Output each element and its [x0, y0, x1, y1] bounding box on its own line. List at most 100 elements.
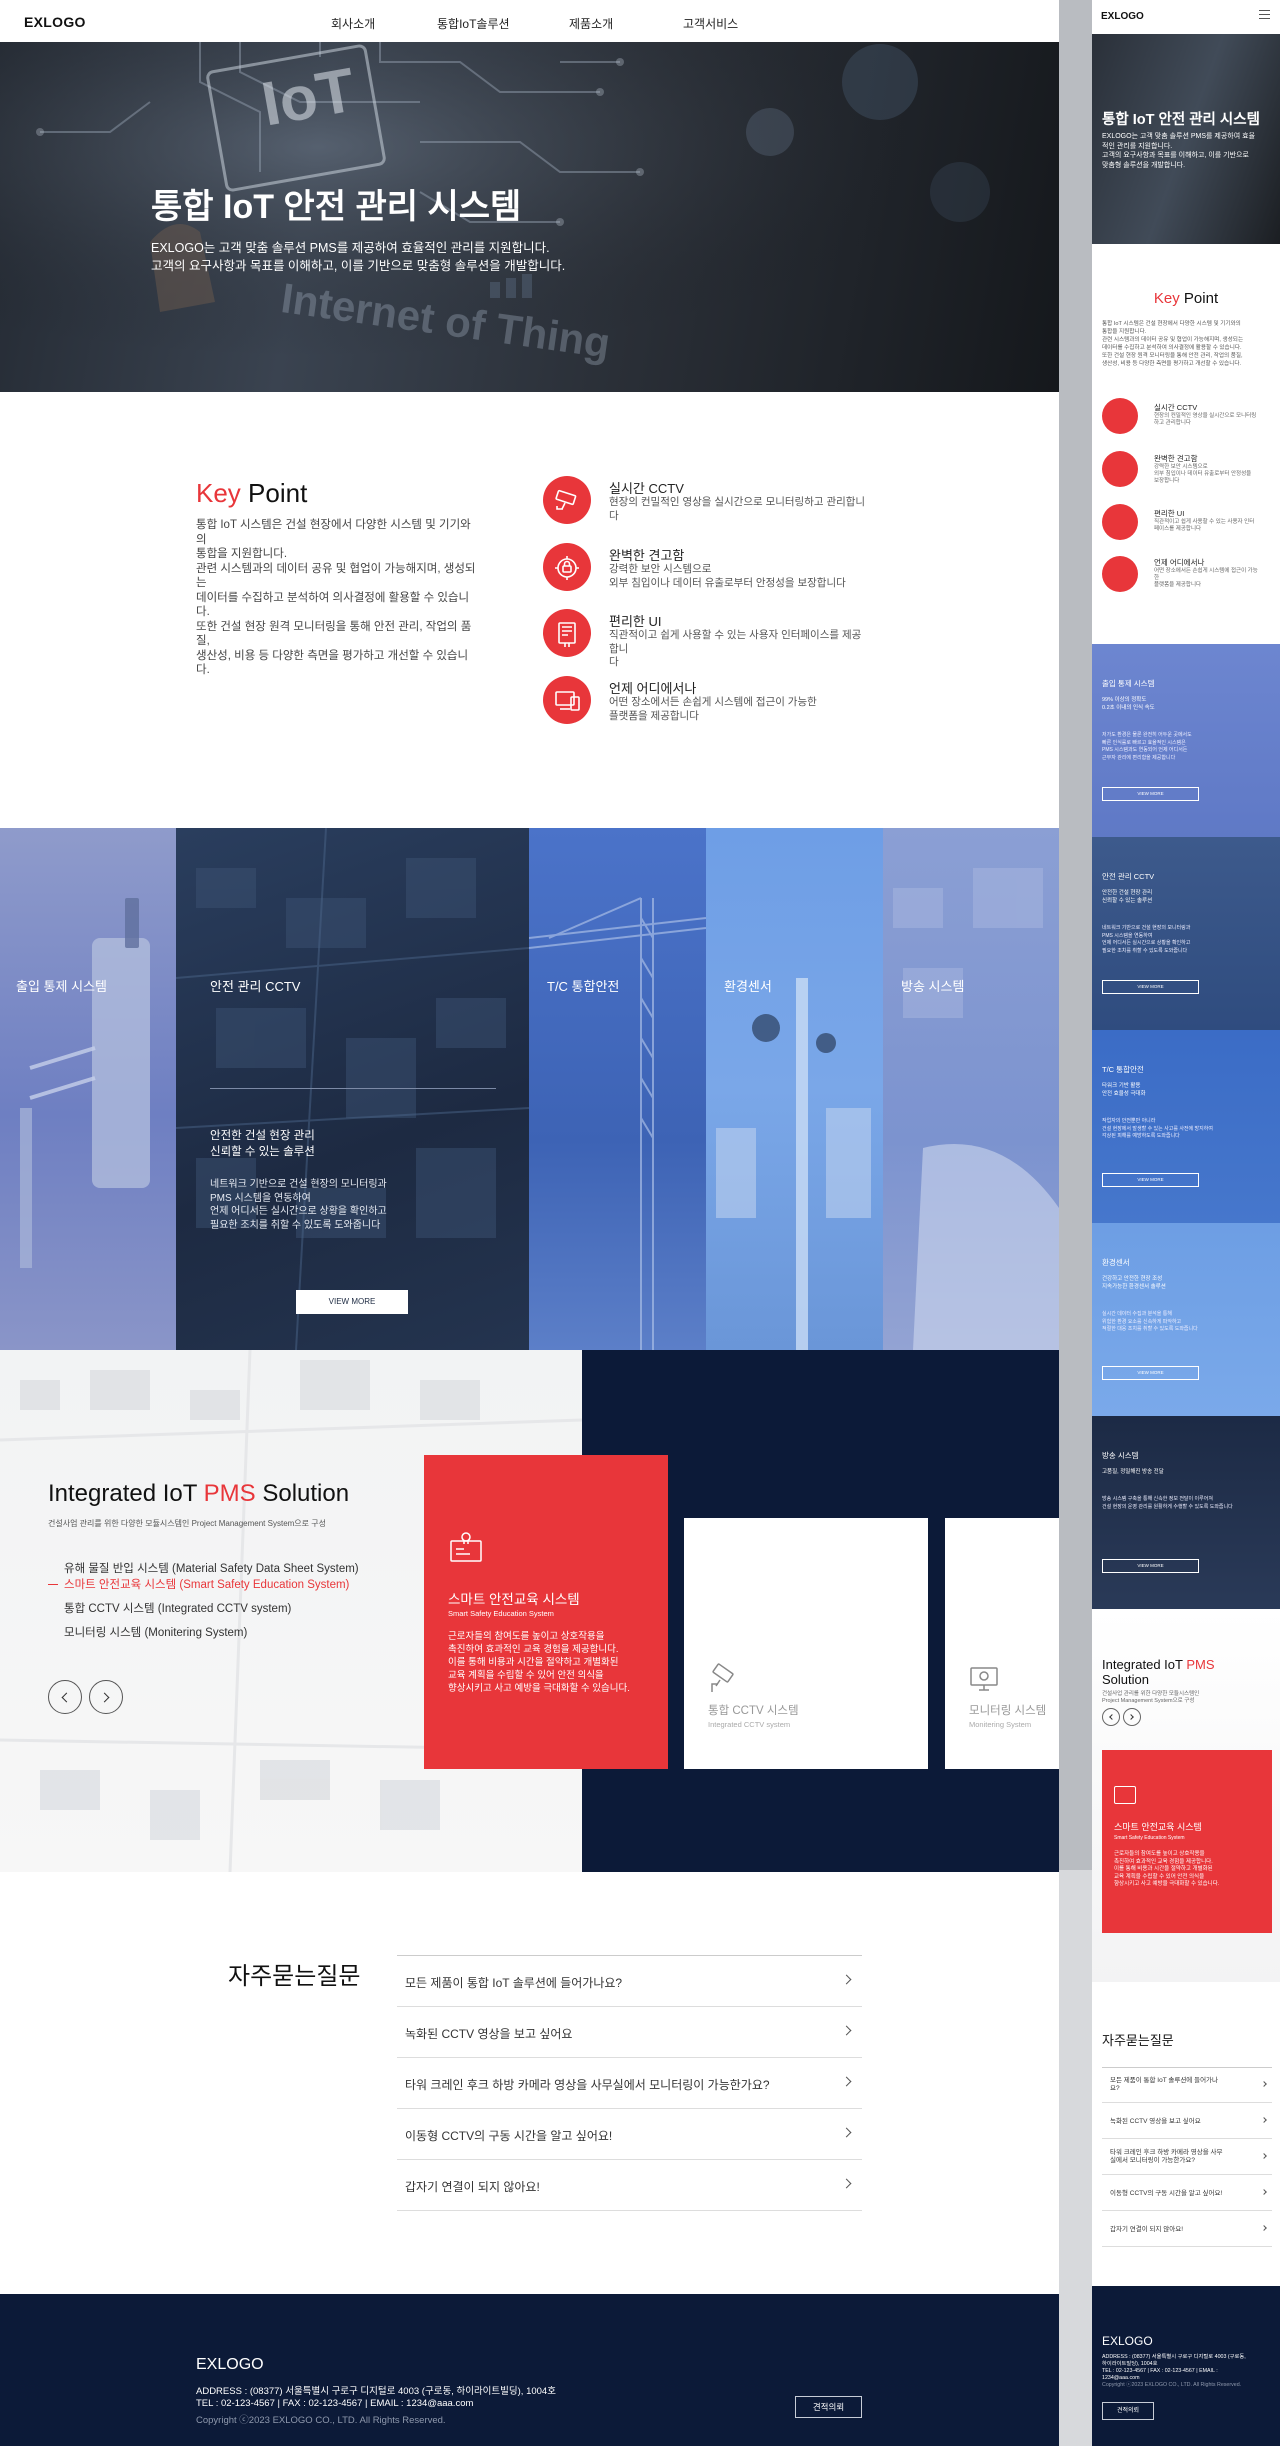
view-more-button[interactable]: VIEW MORE	[296, 1290, 408, 1314]
mobile-next-button[interactable]	[1123, 1708, 1141, 1726]
faq-item[interactable]: 녹화된 CCTV 영상을 보고 싶어요	[397, 2007, 862, 2058]
mobile-block-body-line: 빠른 인식률로 빠르고 효율적인 시스템은	[1102, 739, 1186, 746]
mobile-pms-subtitle: 건설사업 관리를 위한 다양한 모듈시스템인 Project Management…	[1102, 1691, 1199, 1705]
mobile-kp-accent: Key	[1153, 290, 1180, 307]
mobile-faq-line: 녹화된 CCTV 영상을 보고 싶어요	[1110, 2118, 1201, 2125]
mobile-block-broadcast[interactable]: 방송 시스템 고품질, 정밀해진 방송 전달 방송 시스템 구축을 통해 신속한…	[1092, 1416, 1280, 1609]
pms-card-cctv[interactable]: 통합 CCTV 시스템 Integrated CCTV system	[684, 1518, 928, 1769]
nav-item-products[interactable]: 제품소개	[569, 15, 613, 32]
panel-environment-sensor[interactable]: 환경센서	[706, 828, 883, 1350]
view-more-button[interactable]: VIEW MORE	[1102, 1559, 1199, 1573]
mobile-block-head-line: 안전 효율성 극대화	[1102, 1091, 1146, 1097]
mobile-feature-desc: 현장의 컨밀적인 영상을 실시간으로 모니터링 하고 관리합니다	[1154, 413, 1256, 427]
nav-item-iot-solution[interactable]: 통합IoT솔루션	[437, 15, 510, 32]
mobile-faq-item[interactable]: 갑자기 연결이 되지 않아요!	[1102, 2212, 1272, 2247]
speaker-image	[893, 868, 1059, 1350]
pms-card-monitoring[interactable]: 모니터링 시스템 Monitering System	[945, 1518, 1059, 1769]
view-more-button[interactable]: VIEW MORE	[1102, 1173, 1199, 1187]
mobile-faq-item[interactable]: 타워 크레인 후크 하방 카메라 영상을 사무 실에서 모니터링이 가능한가요?	[1102, 2140, 1272, 2175]
key-point-desc-line: 통합을 지원합니다.	[196, 548, 288, 560]
mobile-block-head: 건강하고 안전한 현장 조성 지속가능한 환경센서 솔루션	[1102, 1275, 1166, 1291]
mobile-faq-item[interactable]: 모든 제품이 통합 IoT 솔루션에 들어가나 요?	[1102, 2068, 1272, 2103]
mobile-block-body-line: 건설 현장의 운영 관리를 원활하게 수행할 수 있도록 도와줍니다	[1102, 1503, 1233, 1510]
mobile-block-title: 출입 통제 시스템	[1102, 679, 1155, 688]
logo[interactable]: EXLOGO	[24, 14, 86, 30]
mobile-faq-item[interactable]: 이동형 CCTV의 구동 시간을 알고 싶어요!	[1102, 2176, 1272, 2211]
pms-card-desc-line: 교육 계획을 수립할 수 있어 안전 의식을	[448, 1670, 604, 1681]
chevron-left-icon	[61, 1692, 72, 1703]
panel-tc-safety[interactable]: T/C 통합안전	[529, 828, 706, 1350]
mobile-card-desc-line: 근로자들의 참여도를 높이고 상호작용을	[1114, 1851, 1205, 1857]
mobile-feature-title: 편리한 UI	[1154, 509, 1185, 518]
chevron-right-icon	[841, 2127, 852, 2138]
chevron-right-icon	[841, 2178, 852, 2189]
scrollbar-thumb[interactable]	[1059, 0, 1092, 1870]
mobile-footer-logo[interactable]: EXLOGO	[1102, 2334, 1153, 2348]
mobile-block-cctv[interactable]: 안전 관리 CCTV 안전한 건설 현장 관리 신뢰할 수 있는 솔루션 네트워크…	[1092, 837, 1280, 1030]
pms-list-item[interactable]: 통합 CCTV 시스템 (Integrated CCTV system)	[64, 1600, 291, 1616]
chevron-right-icon	[1261, 2225, 1267, 2231]
footer-copyright: Copyright ⓒ2023 EXLOGO CO., LTD. All Rig…	[196, 2415, 446, 2426]
pms-solution-section: Integrated IoT PMS Solution 건설사업 관리를 위한 …	[0, 1350, 1059, 1872]
quote-request-button[interactable]: 견적의뢰	[795, 2396, 862, 2418]
feature-desc-line: 외부 침입이나 데이터 유출로부터 안정성을 보장합니다	[609, 576, 846, 589]
mobile-block-body-line: 건설 현장에서 발생할 수 있는 사고를 사전에 방지하여	[1102, 1125, 1213, 1132]
mobile-faq-question: 갑자기 연결이 되지 않아요!	[1110, 2226, 1183, 2234]
hamburger-icon[interactable]	[1259, 10, 1270, 19]
pms-card-desc: 근로자들의 참여도를 높이고 상호작용을 촉진하여 효과적인 교육 경험을 제공…	[448, 1630, 630, 1695]
nav-item-company[interactable]: 회사소개	[331, 15, 375, 32]
footer-address: ADDRESS : (08377) 서울특별시 구로구 디지털로 4003 (구…	[196, 2386, 556, 2397]
mobile-quote-request-button[interactable]: 견적의뢰	[1102, 2402, 1154, 2420]
mobile-pms-card[interactable]: 스마트 안전교육 시스템 Smart Safety Education Syst…	[1102, 1750, 1272, 1933]
panel-head-line: 신뢰할 수 있는 솔루션	[210, 1146, 315, 1158]
mobile-block-body-line: 작업자의 안전뿐만 아니라	[1102, 1118, 1156, 1124]
mobile-feature-desc-line: 외부 침입이나 데이터 유출로부터 안정성을	[1154, 471, 1252, 477]
faq-item[interactable]: 모든 제품이 통합 IoT 솔루션에 들어가나요?	[397, 1956, 862, 2007]
mobile-faq-item[interactable]: 녹화된 CCTV 영상을 보고 싶어요	[1102, 2104, 1272, 2139]
panel-cctv-expanded: 안전 관리 CCTV 안전한 건설 현장 관리 신뢰할 수 있는 솔루션 네트워…	[176, 828, 529, 1350]
mobile-block-env[interactable]: 환경센서 건강하고 안전한 현장 조성 지속가능한 환경센서 솔루션 실시간 데이…	[1092, 1223, 1280, 1416]
mobile-card-sub: Smart Safety Education System	[1114, 1835, 1185, 1841]
mobile-block-access-control[interactable]: 출입 통제 시스템 99% 이상의 정확도 0.2초 이내의 인식 속도 저가도 …	[1092, 644, 1280, 837]
faq-item[interactable]: 타워 크레인 후크 하방 카메라 영상을 사무실에서 모니터링이 가능한가요?	[397, 2058, 862, 2109]
mobile-block-body-line: 저가도 환경은 물론 완전히 어두운 곳에서도	[1102, 732, 1192, 738]
pms-list-item-active[interactable]: 스마트 안전교육 시스템 (Smart Safety Education Sys…	[48, 1576, 349, 1592]
prev-arrow-button[interactable]	[48, 1680, 82, 1714]
pms-list-item-label: 스마트 안전교육 시스템 (Smart Safety Education Sys…	[64, 1579, 350, 1591]
panel-label: 출입 통제 시스템	[16, 979, 107, 994]
faq-item[interactable]: 이동형 CCTV의 구동 시간을 알고 싶어요!	[397, 2109, 862, 2160]
mobile-block-tc[interactable]: T/C 통합안전 타워크 기반 활용 안전 효율성 극대화 작업자의 안전뿐만 아…	[1092, 1030, 1280, 1223]
view-more-button[interactable]: VIEW MORE	[1102, 1366, 1199, 1380]
faq-item[interactable]: 갑자기 연결이 되지 않아요!	[397, 2160, 862, 2211]
pms-list-item[interactable]: 유해 물질 반입 시스템 (Material Safety Data Sheet…	[64, 1560, 359, 1576]
panel-cctv-body: 네트워크 기반으로 건설 현장의 모니터링과 PMS 시스템을 연동하여 언제 …	[210, 1178, 387, 1232]
mobile-feature-desc-line: 하고 관리합니다	[1154, 420, 1191, 426]
panel-body-line: 네트워크 기반으로 건설 현장의 모니터링과	[210, 1179, 387, 1190]
mobile-card-desc-line: 이를 통해 비용과 시간을 절약하고 개별화된	[1114, 1866, 1213, 1872]
mobile-card-desc: 근로자들의 참여도를 높이고 상호작용을 촉진하여 효과적인 교육 경험을 제공합…	[1114, 1851, 1219, 1889]
panel-broadcast[interactable]: 방송 시스템	[883, 828, 1059, 1350]
mobile-hero: 통합 IoT 안전 관리 시스템 EXLOGO는 고객 맞춤 솔루션 PMS를 …	[1092, 34, 1280, 244]
pms-card-main[interactable]: 스마트 안전교육 시스템 Smart Safety Education Syst…	[424, 1455, 668, 1769]
nav-item-customer-service[interactable]: 고객서비스	[683, 15, 738, 32]
mobile-pms-sub-line: Project Management System으로 구성	[1102, 1698, 1195, 1704]
next-arrow-button[interactable]	[89, 1680, 123, 1714]
chevron-right-icon	[841, 1974, 852, 1985]
mobile-block-head-line: 지속가능한 환경센서 솔루션	[1102, 1284, 1166, 1290]
panel-access-control[interactable]: 출입 통제 시스템	[0, 828, 176, 1350]
mobile-hero-sub: EXLOGO는 고객 맞춤 솔루션 PMS를 제공하여 효율 적인 관리를 지원합…	[1102, 132, 1255, 170]
scrollbar-track[interactable]	[1059, 0, 1092, 2446]
mobile-logo[interactable]: EXLOGO	[1101, 11, 1144, 22]
mobile-prev-button[interactable]	[1102, 1708, 1120, 1726]
footer-logo[interactable]: EXLOGO	[196, 2356, 264, 2374]
mobile-feature-desc-line: 페이스를 제공합니다	[1154, 526, 1202, 532]
pms-card-desc-line: 근로자들의 참여도를 높이고 상호작용을	[448, 1631, 605, 1642]
aerial-site-image	[176, 828, 529, 1350]
view-more-button[interactable]: VIEW MORE	[1102, 787, 1199, 801]
mobile-feature-desc: 직관적이고 쉽게 사용할 수 있는 사용자 인터 페이스를 제공합니다	[1154, 519, 1254, 533]
view-more-button[interactable]: VIEW MORE	[1102, 980, 1199, 994]
pms-list-item[interactable]: 모니터링 시스템 (Monitering System)	[64, 1624, 247, 1640]
faq-question: 갑자기 연결이 되지 않아요!	[405, 2180, 540, 2194]
mobile-block-body: 실시간 데이터 수집과 분석을 통해 위험한 환경 요소를 신속하게 파악하고 적절…	[1102, 1311, 1198, 1334]
mobile-block-body: 작업자의 안전뿐만 아니라 건설 현장에서 발생할 수 있는 사고를 사전에 방지…	[1102, 1118, 1213, 1141]
